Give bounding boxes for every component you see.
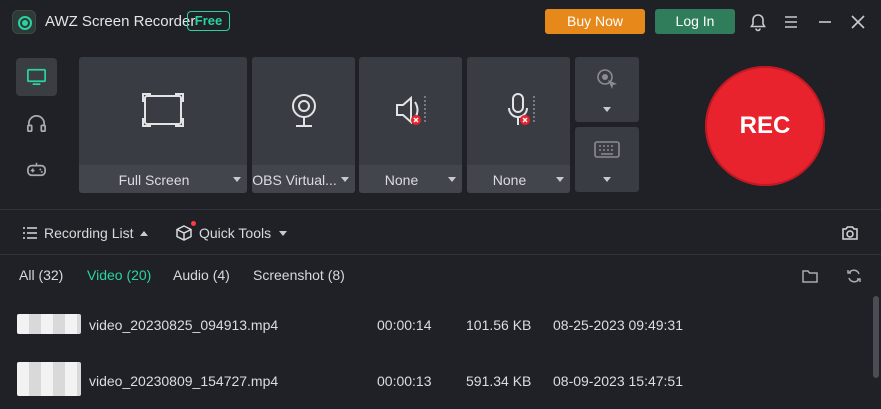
list-icon: [23, 227, 37, 239]
title-bar: AWZ Screen Recorder Free Buy Now Log In: [0, 0, 881, 44]
webcam-icon: [252, 90, 355, 130]
cursor-icon: [597, 69, 617, 89]
scrollbar[interactable]: [873, 296, 879, 378]
video-thumbnail: [17, 362, 81, 396]
minimize-icon[interactable]: [814, 11, 836, 33]
gamepad-icon: [27, 162, 46, 177]
app-logo: [12, 10, 36, 34]
quick-tools-label: Quick Tools: [199, 225, 272, 241]
microphone-source-dropdown[interactable]: None: [467, 165, 570, 193]
login-button[interactable]: Log In: [655, 9, 735, 34]
camera-source-tile[interactable]: OBS Virtual...: [252, 57, 355, 193]
recording-list-label: Recording List: [44, 225, 134, 241]
screen-source-label: Full Screen: [118, 172, 190, 188]
free-badge: Free: [187, 11, 230, 31]
box-icon: [176, 225, 192, 241]
mode-audio[interactable]: [16, 105, 57, 143]
camera-icon: [842, 226, 858, 240]
camera-source-dropdown[interactable]: OBS Virtual...: [252, 165, 355, 193]
chevron-up-icon: [140, 231, 148, 236]
camera-source-label: OBS Virtual...: [252, 172, 337, 188]
speaker-source-dropdown[interactable]: None: [359, 165, 462, 193]
buy-now-button[interactable]: Buy Now: [545, 9, 645, 34]
screen-source-tile[interactable]: Full Screen: [79, 57, 247, 193]
refresh-button[interactable]: [845, 265, 865, 287]
refresh-icon: [847, 269, 861, 283]
mode-screen[interactable]: [16, 58, 57, 96]
speaker-muted-icon: [359, 90, 462, 130]
divider: [0, 254, 881, 255]
chevron-down-icon: [556, 177, 564, 182]
microphone-source-tile[interactable]: None: [467, 57, 570, 193]
monitor-icon: [27, 68, 46, 86]
microphone-source-label: None: [492, 172, 527, 188]
speaker-source-label: None: [384, 172, 419, 188]
filter-video[interactable]: Video (20): [87, 267, 151, 283]
close-icon[interactable]: [847, 11, 869, 33]
chevron-down-icon: [341, 177, 349, 182]
chevron-down-icon: [448, 177, 456, 182]
microphone-muted-icon: [467, 90, 570, 130]
notification-dot: [191, 221, 196, 226]
filter-screenshot[interactable]: Screenshot (8): [253, 267, 345, 283]
fullscreen-icon: [79, 90, 247, 130]
file-duration: 00:00:14: [377, 317, 432, 333]
recording-list-toggle[interactable]: Recording List: [21, 222, 161, 244]
file-date: 08-25-2023 09:49:31: [553, 317, 683, 333]
file-date: 08-09-2023 15:47:51: [553, 373, 683, 389]
chevron-down-icon: [233, 177, 241, 182]
bell-icon[interactable]: [747, 11, 769, 33]
folder-icon: [802, 270, 818, 283]
table-row[interactable]: video_20230825_094913.mp4 00:00:14 101.5…: [0, 296, 870, 352]
headphones-icon: [27, 115, 46, 133]
screen-source-dropdown[interactable]: Full Screen: [79, 165, 247, 193]
filter-all[interactable]: All (32): [19, 267, 63, 283]
table-row[interactable]: video_20230809_154727.mp4 00:00:13 591.3…: [0, 352, 870, 408]
file-duration: 00:00:13: [377, 373, 432, 389]
mode-game[interactable]: [16, 151, 57, 189]
file-size: 591.34 KB: [466, 373, 532, 389]
open-folder-button[interactable]: [801, 265, 821, 287]
chevron-down-icon: [603, 107, 611, 112]
file-size: 101.56 KB: [466, 317, 532, 333]
cursor-settings-button[interactable]: [575, 57, 639, 122]
keyboard-icon: [594, 141, 620, 158]
file-name: video_20230825_094913.mp4: [89, 317, 279, 333]
filter-audio[interactable]: Audio (4): [173, 267, 230, 283]
chevron-down-icon: [603, 177, 611, 182]
divider: [0, 209, 881, 210]
app-title: AWZ Screen Recorder: [45, 13, 196, 30]
menu-icon[interactable]: [780, 11, 802, 33]
chevron-down-icon: [279, 231, 287, 236]
file-name: video_20230809_154727.mp4: [89, 373, 279, 389]
keyboard-settings-button[interactable]: [575, 127, 639, 192]
screenshot-button[interactable]: [841, 222, 861, 244]
rec-button[interactable]: REC: [705, 66, 825, 186]
speaker-source-tile[interactable]: None: [359, 57, 462, 193]
quick-tools-menu[interactable]: Quick Tools: [175, 221, 295, 244]
video-thumbnail: [17, 314, 81, 334]
